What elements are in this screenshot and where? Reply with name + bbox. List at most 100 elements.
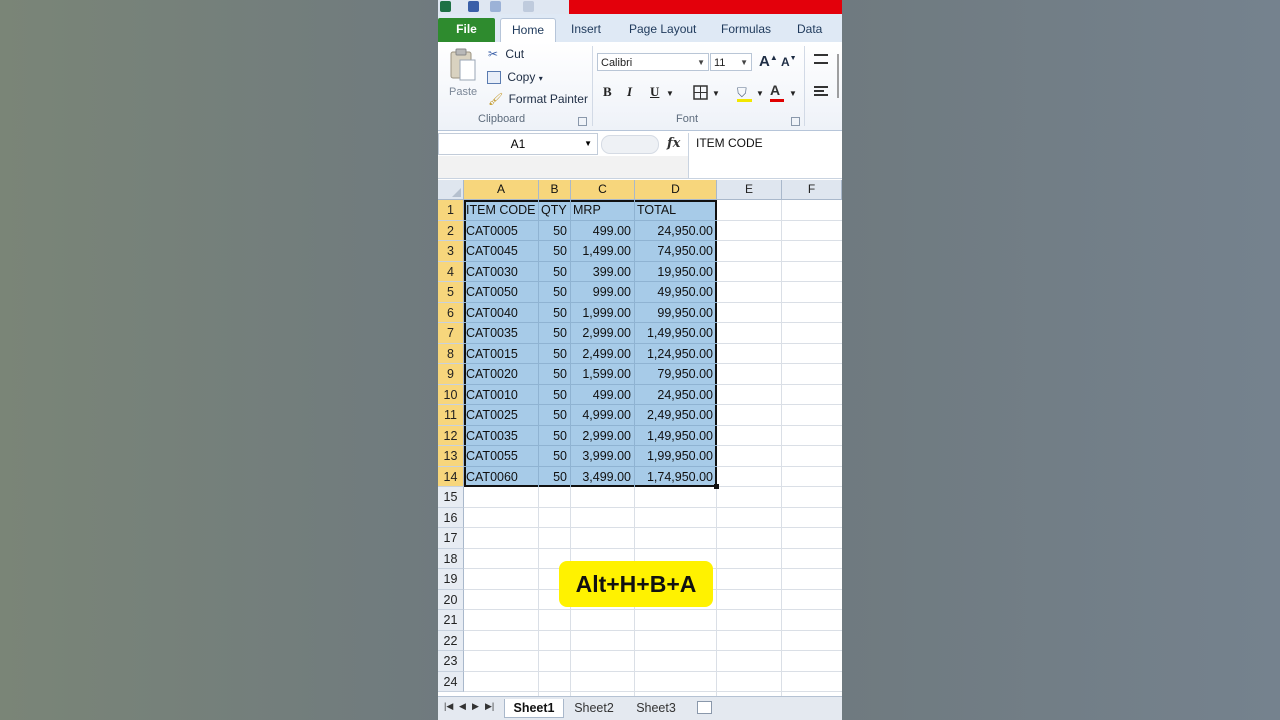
row-header-12[interactable]: 12 xyxy=(438,425,464,446)
grow-font-button[interactable]: A▲ xyxy=(759,53,778,70)
copy-button[interactable]: Copy ▾ xyxy=(487,70,543,85)
chevron-down-icon[interactable]: ▼ xyxy=(666,89,674,98)
borders-button[interactable] xyxy=(693,85,708,105)
chevron-down-icon[interactable]: ▼ xyxy=(712,89,720,98)
table-cell[interactable]: CAT0005 xyxy=(466,221,535,242)
undo-icon[interactable] xyxy=(490,1,501,12)
select-all-button[interactable] xyxy=(438,180,464,200)
row-header-18[interactable]: 18 xyxy=(438,548,464,569)
row-header-14[interactable]: 14 xyxy=(438,466,464,487)
row-header-2[interactable]: 2 xyxy=(438,220,464,241)
table-cell[interactable]: CAT0035 xyxy=(466,426,535,447)
table-header-cell[interactable]: MRP xyxy=(573,200,631,221)
row-header-21[interactable]: 21 xyxy=(438,610,464,631)
chevron-down-icon[interactable]: ▼ xyxy=(789,89,797,98)
table-cell[interactable]: 1,999.00 xyxy=(573,303,631,324)
row-header-22[interactable]: 22 xyxy=(438,630,464,651)
sheet-tab-sheet1[interactable]: Sheet1 xyxy=(504,699,564,718)
chevron-down-icon[interactable]: ▼ xyxy=(756,89,764,98)
row-header-4[interactable]: 4 xyxy=(438,261,464,282)
tab-insert[interactable]: Insert xyxy=(571,21,601,42)
table-cell[interactable]: CAT0055 xyxy=(466,446,535,467)
table-cell[interactable]: 50 xyxy=(541,282,567,303)
redo-icon[interactable] xyxy=(523,1,534,12)
row-header-15[interactable]: 15 xyxy=(438,487,464,508)
italic-button[interactable]: I xyxy=(627,84,632,100)
table-cell[interactable]: CAT0045 xyxy=(466,241,535,262)
shrink-font-button[interactable]: A▼ xyxy=(781,55,797,69)
insert-sheet-icon[interactable] xyxy=(697,701,712,714)
table-cell[interactable]: CAT0035 xyxy=(466,323,535,344)
table-cell[interactable]: CAT0030 xyxy=(466,262,535,283)
align-left-icon[interactable] xyxy=(814,86,828,98)
tab-home[interactable]: Home xyxy=(500,18,556,44)
row-header-1[interactable]: 1 xyxy=(438,200,464,221)
table-cell[interactable]: 2,999.00 xyxy=(573,323,631,344)
align-extra-icon[interactable] xyxy=(837,54,842,98)
table-cell[interactable]: CAT0050 xyxy=(466,282,535,303)
table-cell[interactable]: 50 xyxy=(541,385,567,406)
clipboard-launcher-icon[interactable] xyxy=(578,117,587,126)
row-header-20[interactable]: 20 xyxy=(438,589,464,610)
row-header-9[interactable]: 9 xyxy=(438,364,464,385)
row-header-23[interactable]: 23 xyxy=(438,651,464,672)
save-icon[interactable] xyxy=(468,1,479,12)
column-header-f[interactable]: F xyxy=(782,180,842,200)
prev-sheet-icon[interactable]: ◀ xyxy=(459,701,466,712)
table-cell[interactable]: 50 xyxy=(541,262,567,283)
table-header-cell[interactable]: TOTAL xyxy=(637,200,713,221)
table-cell[interactable]: 50 xyxy=(541,364,567,385)
column-header-c[interactable]: C xyxy=(571,180,635,200)
table-cell[interactable]: 2,999.00 xyxy=(573,426,631,447)
formula-input[interactable]: ITEM CODE xyxy=(688,133,842,178)
table-cell[interactable]: CAT0040 xyxy=(466,303,535,324)
table-cell[interactable]: 1,599.00 xyxy=(573,364,631,385)
align-top-icon[interactable] xyxy=(814,54,828,64)
table-cell[interactable]: 499.00 xyxy=(573,385,631,406)
row-header-17[interactable]: 17 xyxy=(438,528,464,549)
row-header-24[interactable]: 24 xyxy=(438,671,464,692)
table-cell[interactable]: 24,950.00 xyxy=(637,385,713,406)
next-sheet-icon[interactable]: ▶ xyxy=(472,701,479,712)
table-cell[interactable]: CAT0015 xyxy=(466,344,535,365)
table-cell[interactable]: CAT0010 xyxy=(466,385,535,406)
table-cell[interactable]: 74,950.00 xyxy=(637,241,713,262)
table-cell[interactable]: CAT0020 xyxy=(466,364,535,385)
row-header-6[interactable]: 6 xyxy=(438,302,464,323)
table-cell[interactable]: 24,950.00 xyxy=(637,221,713,242)
tab-data[interactable]: Data xyxy=(797,21,822,42)
table-cell[interactable]: 19,950.00 xyxy=(637,262,713,283)
tab-file[interactable]: File xyxy=(438,18,495,42)
last-sheet-icon[interactable]: ▶| xyxy=(485,701,494,712)
tab-formulas[interactable]: Formulas xyxy=(721,21,771,42)
table-cell[interactable]: 50 xyxy=(541,323,567,344)
row-header-7[interactable]: 7 xyxy=(438,323,464,344)
table-cell[interactable]: 2,499.00 xyxy=(573,344,631,365)
table-cell[interactable]: 399.00 xyxy=(573,262,631,283)
table-cell[interactable]: 1,24,950.00 xyxy=(637,344,713,365)
font-launcher-icon[interactable] xyxy=(791,117,800,126)
table-header-cell[interactable]: ITEM CODE xyxy=(466,200,535,221)
table-cell[interactable]: 4,999.00 xyxy=(573,405,631,426)
table-cell[interactable]: 50 xyxy=(541,467,567,488)
table-cell[interactable]: 50 xyxy=(541,241,567,262)
table-cell[interactable]: 3,999.00 xyxy=(573,446,631,467)
table-cell[interactable]: 499.00 xyxy=(573,221,631,242)
row-header-10[interactable]: 10 xyxy=(438,384,464,405)
row-header-5[interactable]: 5 xyxy=(438,282,464,303)
column-header-a[interactable]: A xyxy=(464,180,539,200)
table-cell[interactable]: 1,49,950.00 xyxy=(637,323,713,344)
first-sheet-icon[interactable]: |◀ xyxy=(444,701,453,712)
table-cell[interactable]: 999.00 xyxy=(573,282,631,303)
table-cell[interactable]: 50 xyxy=(541,426,567,447)
table-cell[interactable]: 99,950.00 xyxy=(637,303,713,324)
row-header-13[interactable]: 13 xyxy=(438,446,464,467)
table-cell[interactable]: 49,950.00 xyxy=(637,282,713,303)
worksheet-grid[interactable]: A B C D E F 1 2 3 4 5 6 7 8 9 10 11 12 13 14 15 16 17 18 1… xyxy=(438,180,842,696)
table-cell[interactable]: 1,499.00 xyxy=(573,241,631,262)
table-cell[interactable]: 1,99,950.00 xyxy=(637,446,713,467)
row-header-3[interactable]: 3 xyxy=(438,241,464,262)
name-box[interactable]: A1 ▼ xyxy=(438,133,598,155)
column-header-e[interactable]: E xyxy=(717,180,782,200)
row-header-16[interactable]: 16 xyxy=(438,507,464,528)
